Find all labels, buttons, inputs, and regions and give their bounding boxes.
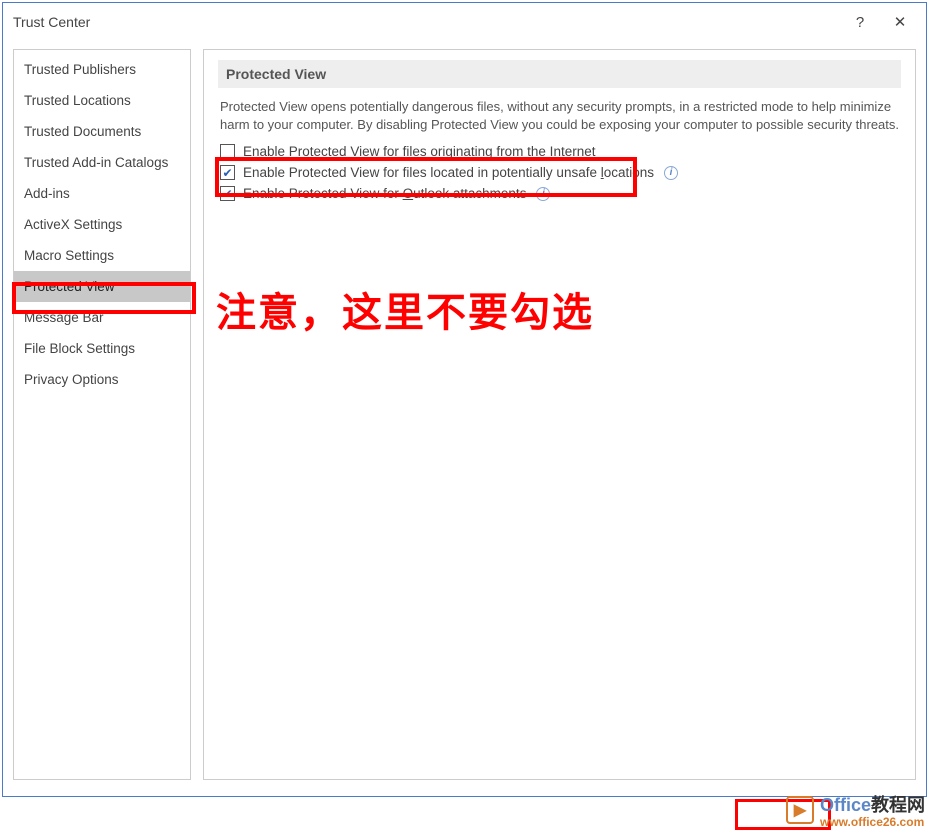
sidebar-item-privacy-options[interactable]: Privacy Options: [14, 364, 190, 395]
section-description: Protected View opens potentially dangero…: [220, 98, 899, 133]
checkbox-unsafe-locations[interactable]: [220, 165, 235, 180]
info-icon[interactable]: [536, 187, 550, 201]
trust-center-window: Trust Center ? ✕ Trusted Publishers Trus…: [2, 2, 927, 797]
section-header: Protected View: [218, 60, 901, 88]
sidebar-item-trusted-addin-catalogs[interactable]: Trusted Add-in Catalogs: [14, 147, 190, 178]
sidebar-item-macro-settings[interactable]: Macro Settings: [14, 240, 190, 271]
content-panel: Protected View Protected View opens pote…: [203, 49, 916, 780]
sidebar-item-trusted-locations[interactable]: Trusted Locations: [14, 85, 190, 116]
sidebar-item-message-bar[interactable]: Message Bar: [14, 302, 190, 333]
sidebar-item-trusted-documents[interactable]: Trusted Documents: [14, 116, 190, 147]
sidebar-item-file-block-settings[interactable]: File Block Settings: [14, 333, 190, 364]
close-button[interactable]: ✕: [880, 7, 920, 37]
option-outlook-attachments[interactable]: Enable Protected View for Outlook attach…: [218, 183, 901, 204]
option-label: Enable Protected View for Outlook attach…: [243, 186, 526, 201]
watermark-url: www.office26.com: [820, 815, 925, 829]
sidebar-item-addins[interactable]: Add-ins: [14, 178, 190, 209]
option-internet[interactable]: Enable Protected View for files originat…: [218, 141, 901, 162]
checkbox-outlook-attachments[interactable]: [220, 186, 235, 201]
option-label: Enable Protected View for files originat…: [243, 144, 595, 159]
checkbox-internet[interactable]: [220, 144, 235, 159]
info-icon[interactable]: [664, 166, 678, 180]
sidebar: Trusted Publishers Trusted Locations Tru…: [13, 49, 191, 780]
help-button[interactable]: ?: [840, 7, 880, 37]
option-unsafe-locations[interactable]: Enable Protected View for files located …: [218, 162, 901, 183]
sidebar-item-activex-settings[interactable]: ActiveX Settings: [14, 209, 190, 240]
sidebar-item-protected-view[interactable]: Protected View: [14, 271, 190, 302]
annotation-text: 注意，这里不要勾选: [216, 280, 594, 338]
watermark: ▶ Office教程网 www.office26.com: [786, 791, 925, 829]
option-label: Enable Protected View for files located …: [243, 165, 654, 180]
dialog-body: Trusted Publishers Trusted Locations Tru…: [3, 41, 926, 790]
titlebar: Trust Center ? ✕: [3, 3, 926, 41]
window-title: Trust Center: [13, 14, 840, 30]
sidebar-item-trusted-publishers[interactable]: Trusted Publishers: [14, 54, 190, 85]
watermark-brand: Office教程网: [820, 791, 925, 817]
watermark-logo-icon: ▶: [786, 796, 814, 824]
